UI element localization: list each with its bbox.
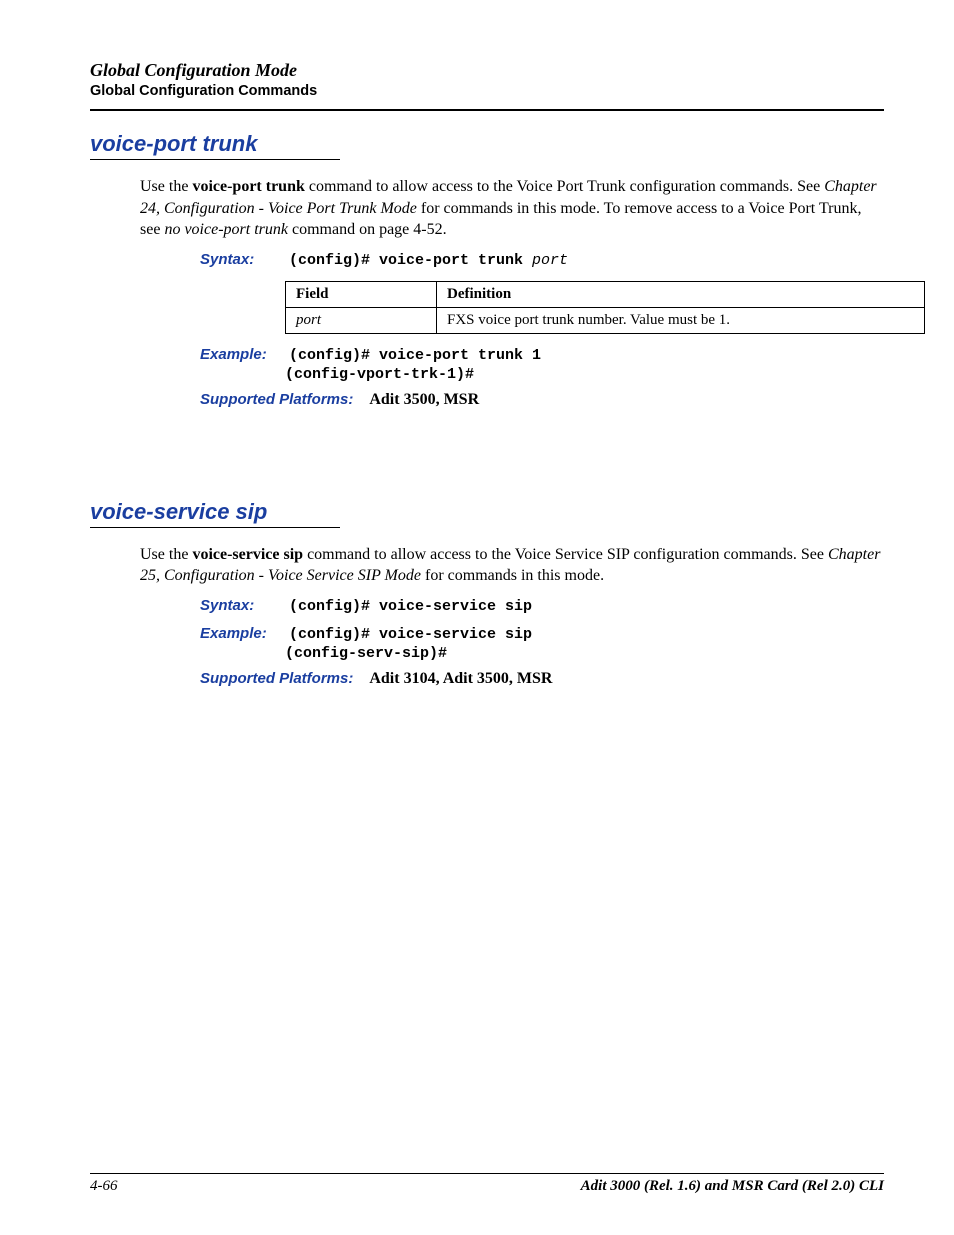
table-header-row: Field Definition: [286, 281, 925, 307]
table-row: port FXS voice port trunk number. Value …: [286, 307, 925, 333]
section-description: Use the voice-service sip command to all…: [140, 544, 884, 587]
example-line2: (config-serv-sip)#: [285, 645, 884, 662]
page-footer: 4-66 Adit 3000 (Rel. 1.6) and MSR Card (…: [90, 1173, 884, 1195]
col-definition: Definition: [437, 281, 925, 307]
section-voice-service-sip: voice-service sip Use the voice-service …: [90, 499, 884, 688]
example-line2: (config-vport-trk-1)#: [285, 366, 884, 383]
section-voice-port-trunk: voice-port trunk Use the voice-port trun…: [90, 131, 884, 409]
syntax-text: (config)# voice-service sip: [289, 598, 532, 615]
platforms-label: Supported Platforms:: [200, 670, 353, 687]
cell-field: port: [286, 307, 437, 333]
section-description: Use the voice-port trunk command to allo…: [140, 176, 884, 241]
platforms-value: Adit 3104, Adit 3500, MSR: [369, 670, 552, 687]
col-field: Field: [286, 281, 437, 307]
page-container: Global Configuration Mode Global Configu…: [0, 0, 954, 1235]
example-line1: (config)# voice-port trunk 1: [289, 347, 541, 364]
section-title: voice-port trunk: [90, 131, 884, 157]
example-row: Example: (config)# voice-port trunk 1: [200, 346, 884, 364]
syntax-label: Syntax:: [200, 597, 285, 614]
header-subtitle: Global Configuration Commands: [90, 83, 884, 99]
example-row: Example: (config)# voice-service sip: [200, 625, 884, 643]
syntax-text: (config)# voice-port trunk: [289, 252, 532, 269]
title-underline: [90, 527, 340, 528]
example-label: Example:: [200, 625, 285, 642]
platforms-label: Supported Platforms:: [200, 391, 353, 408]
platforms-row: Supported Platforms: Adit 3104, Adit 350…: [200, 670, 884, 688]
running-header: Global Configuration Mode Global Configu…: [90, 60, 884, 111]
definition-table: Field Definition port FXS voice port tru…: [285, 281, 925, 334]
page-number: 4-66: [90, 1178, 118, 1195]
footer-rule: [90, 1173, 884, 1174]
syntax-row: Syntax: (config)# voice-service sip: [200, 597, 884, 615]
header-title: Global Configuration Mode: [90, 60, 884, 81]
platforms-value: Adit 3500, MSR: [369, 391, 479, 408]
example-line1: (config)# voice-service sip: [289, 626, 532, 643]
section-title: voice-service sip: [90, 499, 884, 525]
header-rule: [90, 109, 884, 111]
syntax-label: Syntax:: [200, 251, 285, 268]
title-underline: [90, 159, 340, 160]
platforms-row: Supported Platforms: Adit 3500, MSR: [200, 391, 884, 409]
cell-definition: FXS voice port trunk number. Value must …: [437, 307, 925, 333]
syntax-row: Syntax: (config)# voice-port trunk port: [200, 251, 884, 269]
example-label: Example:: [200, 346, 285, 363]
footer-doc-title: Adit 3000 (Rel. 1.6) and MSR Card (Rel 2…: [581, 1178, 884, 1195]
